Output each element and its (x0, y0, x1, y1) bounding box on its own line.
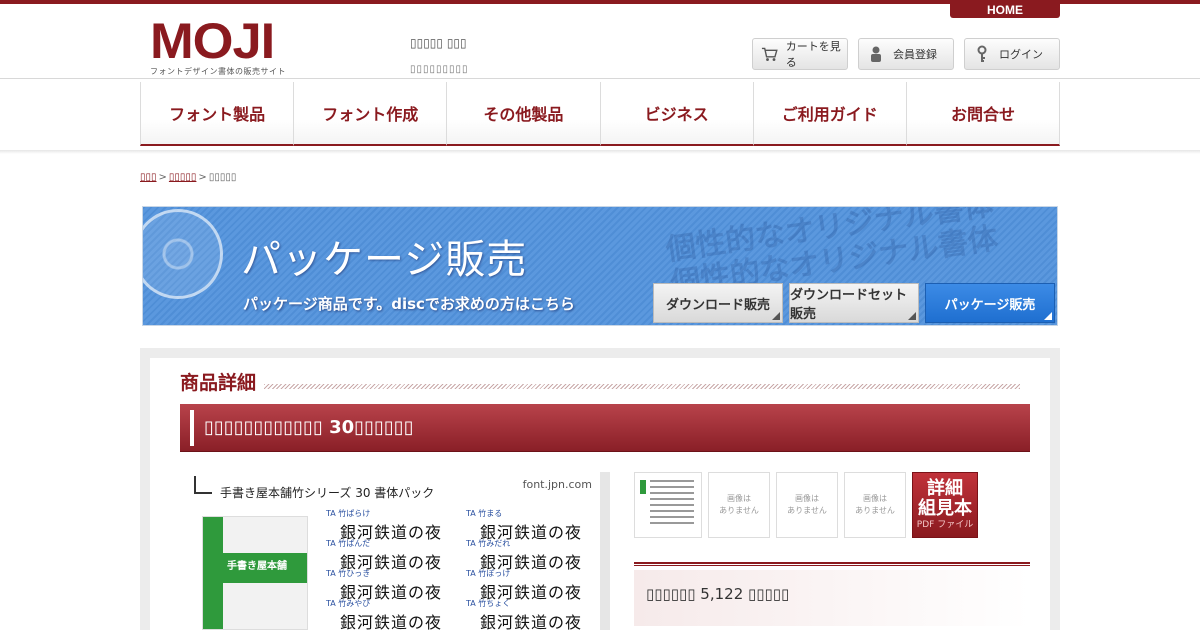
corner-bracket-icon (194, 476, 212, 494)
font-sample-text: 銀河鉄道の夜 (480, 613, 583, 630)
logo-text: MOJI (150, 13, 275, 69)
image-site: font.jpn.com (522, 478, 592, 491)
sample-pdf-link[interactable]: 詳細 組見本 PDF ファイル (912, 472, 978, 538)
thumbnail-image[interactable] (634, 472, 702, 538)
price-divider (634, 562, 1030, 566)
register-label: 会員登録 (893, 48, 937, 61)
document-thumbnail-icon (638, 476, 698, 534)
font-sample-name: TA 竹みだれ (466, 539, 511, 548)
home-link[interactable]: HOME (950, 0, 1060, 18)
breadcrumb-separator: > (198, 172, 207, 183)
font-sample-name: TA 竹ぱらけ (326, 509, 371, 518)
disc-icon (143, 209, 223, 299)
banner-title: パッケージ販売 (241, 237, 528, 283)
main-navigation: フォント製品 フォント作成 その他製品 ビジネス ご利用ガイド お問合せ (140, 82, 1061, 146)
package-label: 手書き屋本舗 (223, 553, 307, 583)
pdf-label-file: PDF ファイル (916, 520, 974, 530)
product-main-image: 手書き屋本舗竹シリーズ 30 書体パック font.jpn.com 手書き屋本舗… (180, 472, 610, 630)
price-text: ▯▯▯▯▯▯ 5,122 ▯▯▯▯▯ (646, 585, 790, 603)
corner-arrow-icon (1044, 312, 1052, 320)
no-image-thumbnail[interactable]: 画像は ありません (844, 472, 906, 538)
tab-download-set-sales-label: ダウンロードセット販売 (790, 288, 908, 322)
tab-download-set-sales[interactable]: ダウンロードセット販売 (789, 283, 919, 323)
nav-shadow (0, 150, 1200, 154)
tab-package-sales[interactable]: パッケージ販売 (925, 283, 1055, 323)
font-sample: TA 竹みやび 銀河鉄道の夜 (326, 598, 466, 630)
nav-item-font-products[interactable]: フォント製品 (140, 82, 294, 146)
price-box: ▯▯▯▯▯▯ 5,122 ▯▯▯▯▯ (634, 570, 1030, 626)
login-button[interactable]: ログイン (964, 38, 1060, 70)
package-sales-banner: 個性的なオリジナル書体 個性的なオリジナル書体 パッケージ販売 パッケージ商品で… (142, 206, 1058, 326)
font-sample-text: 銀河鉄道の夜 (340, 613, 443, 630)
section-title-divider (264, 384, 1020, 389)
nav-item-other-products[interactable]: その他製品 (446, 82, 600, 146)
tab-download-sales[interactable]: ダウンロード販売 (653, 283, 783, 323)
package-spine (203, 517, 223, 629)
breadcrumb: ▯▯▯ > ▯▯▯▯▯ > ▯▯▯▯▯ (140, 172, 236, 183)
font-sample-name: TA 竹ぱんだ (326, 539, 371, 548)
header-divider (0, 78, 1200, 79)
product-title-bar: ▯▯▯▯▯▯▯▯▯▯▯▯ 30▯▯▯▯▯▯ (180, 404, 1030, 452)
image-scrollbar[interactable] (600, 472, 610, 630)
login-label: ログイン (999, 48, 1043, 61)
pdf-label-sample: 組見本 (918, 498, 972, 519)
user-icon (871, 46, 881, 62)
pdf-label-detail: 詳細 (927, 478, 963, 499)
font-sample-name: TA 竹ちょく (466, 599, 511, 608)
site-logo[interactable]: MOJI フォントデザイン書体の販売サイト (150, 16, 290, 76)
nav-item-contact[interactable]: お問合せ (905, 82, 1061, 146)
font-sample: TA 竹ちょく 銀河鉄道の夜 (466, 598, 606, 630)
corner-arrow-icon (772, 312, 780, 320)
key-icon (977, 45, 987, 62)
nav-item-guide[interactable]: ご利用ガイド (752, 82, 906, 146)
breadcrumb-current: ▯▯▯▯▯ (208, 172, 237, 183)
view-cart-label: カートを見る (785, 40, 841, 69)
image-caption: 手書き屋本舗竹シリーズ 30 書体パック (220, 486, 435, 500)
breadcrumb-category-link[interactable]: ▯▯▯▯▯ (169, 172, 197, 183)
thumbnail-strip: 画像は ありません 画像は ありません 画像は ありません 詳細 組見本 PDF… (634, 472, 978, 538)
nav-item-business[interactable]: ビジネス (599, 82, 753, 146)
product-title: ▯▯▯▯▯▯▯▯▯▯▯▯ 30▯▯▯▯▯▯ (204, 417, 414, 438)
header-tagline-secondary: ▯▯▯▯▯▯▯▯▯ (410, 64, 469, 75)
header-tagline: ▯▯▯▯▯ ▯▯▯ (410, 36, 467, 50)
title-accent (190, 410, 194, 446)
register-button[interactable]: 会員登録 (858, 38, 954, 70)
font-sample-name: TA 竹みやび (326, 599, 371, 608)
breadcrumb-home-link[interactable]: ▯▯▯ (140, 172, 157, 183)
font-sample-name: TA 竹ひっき (326, 569, 371, 578)
view-cart-button[interactable]: カートを見る (752, 38, 848, 70)
tab-package-sales-label: パッケージ販売 (944, 297, 1036, 313)
section-title: 商品詳細 (180, 372, 257, 394)
tab-download-sales-label: ダウンロード販売 (665, 297, 770, 313)
banner-subtitle: パッケージ商品です。discでお求めの方はこちら (243, 295, 575, 313)
no-image-thumbnail[interactable]: 画像は ありません (708, 472, 770, 538)
nav-item-font-creation[interactable]: フォント作成 (293, 82, 447, 146)
font-sample-name: TA 竹ぽっけ (466, 569, 511, 578)
corner-arrow-icon (908, 312, 916, 320)
package-image: 手書き屋本舗 (202, 516, 308, 630)
breadcrumb-separator: > (158, 172, 167, 183)
cart-icon (761, 47, 778, 61)
font-sample-name: TA 竹まる (466, 509, 503, 518)
no-image-thumbnail[interactable]: 画像は ありません (776, 472, 838, 538)
